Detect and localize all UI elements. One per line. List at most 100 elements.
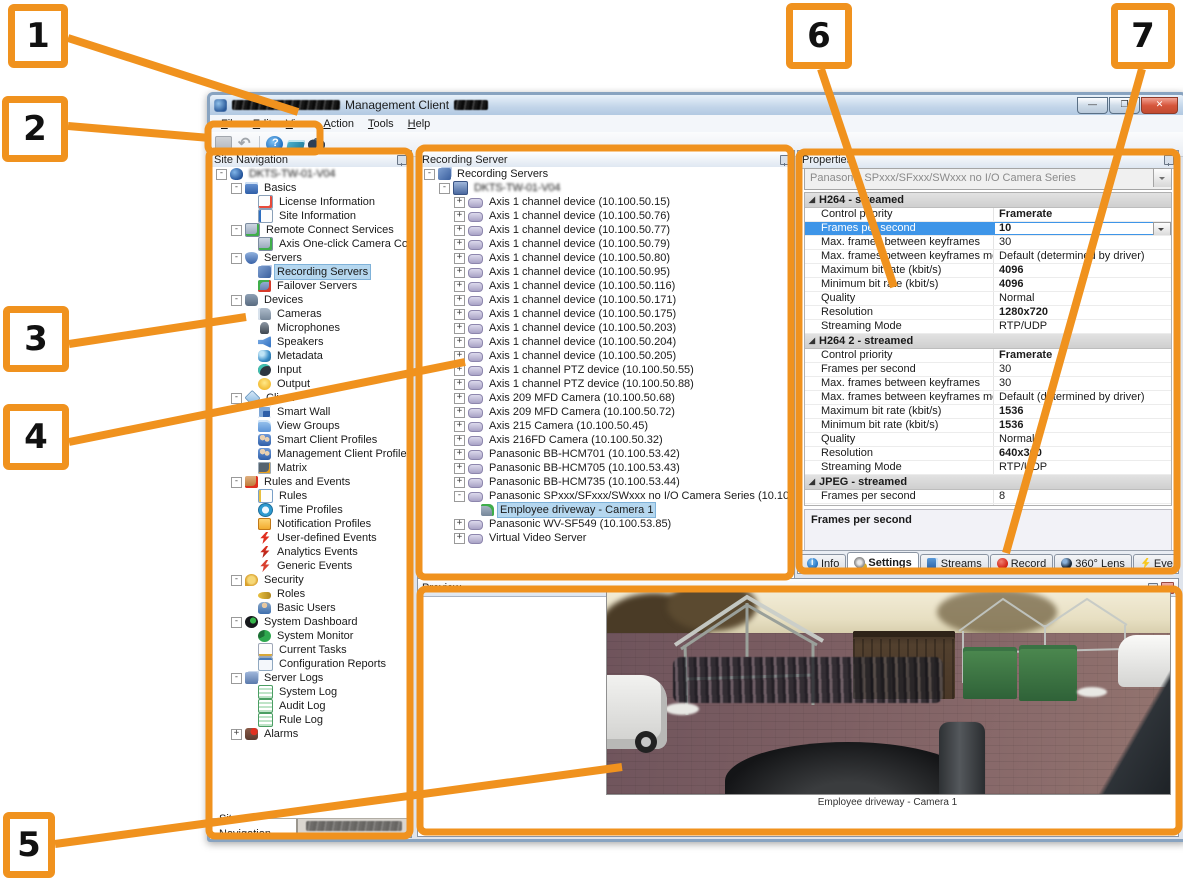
property-row[interactable]: Quality1 Fine: [805, 504, 1171, 506]
property-row[interactable]: Streaming ModeRTP/UDP: [805, 320, 1171, 334]
property-value[interactable]: 640x360: [994, 447, 1171, 460]
tree-item-matrix[interactable]: Matrix: [210, 461, 411, 475]
value-dropdown-icon[interactable]: [1153, 222, 1171, 235]
menu-action[interactable]: Action: [316, 117, 361, 131]
tab-record[interactable]: Record: [990, 554, 1053, 572]
tree-item-hardware-device[interactable]: +Virtual Video Server: [418, 531, 794, 545]
property-row[interactable]: Frames per second10: [805, 222, 1171, 236]
expander-icon[interactable]: -: [231, 477, 242, 488]
property-section-header[interactable]: ◢H264 2 - streamed: [805, 334, 1171, 349]
tree-item-hardware-device[interactable]: +Panasonic BB-HCM705 (10.100.53.43): [418, 461, 794, 475]
tree-item-alarms[interactable]: +Alarms: [210, 727, 411, 741]
property-value[interactable]: 1536: [994, 405, 1171, 418]
property-row[interactable]: QualityNormal: [805, 433, 1171, 447]
chevron-down-icon[interactable]: [1153, 169, 1171, 187]
tab-site-navigation[interactable]: Site Navigation: [210, 819, 297, 836]
property-value[interactable]: Normal: [994, 292, 1171, 305]
property-row[interactable]: Resolution1280x720: [805, 306, 1171, 320]
property-row[interactable]: Minimum bit rate (kbit/s)1536: [805, 419, 1171, 433]
property-row[interactable]: Resolution640x360: [805, 447, 1171, 461]
expander-icon[interactable]: +: [454, 449, 465, 460]
tree-item-hardware-device[interactable]: +Axis 216FD Camera (10.100.50.32): [418, 433, 794, 447]
tree-item-hardware-device[interactable]: +Axis 1 channel device (10.100.50.95): [418, 265, 794, 279]
tree-item-rules[interactable]: Rules: [210, 489, 411, 503]
property-value[interactable]: 1 Fine: [994, 504, 1171, 506]
tree-item-server-logs[interactable]: -Server Logs: [210, 671, 411, 685]
tree-item-microphones[interactable]: Microphones: [210, 321, 411, 335]
tab-settings[interactable]: Settings: [847, 552, 918, 572]
property-value[interactable]: RTP/UDP: [994, 320, 1171, 333]
tree-item-system-log[interactable]: System Log: [210, 685, 411, 699]
tree-item-hardware-device[interactable]: +Axis 1 channel device (10.100.50.203): [418, 321, 794, 335]
pin-icon[interactable]: [397, 155, 407, 165]
close-button[interactable]: ✕: [1141, 97, 1178, 114]
tree-item-hardware-device[interactable]: +Axis 1 channel device (10.100.50.15): [418, 195, 794, 209]
maximize-button[interactable]: ❐: [1109, 97, 1140, 114]
expander-icon[interactable]: -: [216, 169, 227, 180]
tree-item-rules-and-events[interactable]: -Rules and Events: [210, 475, 411, 489]
expander-icon[interactable]: -: [231, 393, 242, 404]
tree-item-axis-one-click[interactable]: Axis One-click Camera Connection: [210, 237, 411, 251]
property-row[interactable]: Control priorityFramerate: [805, 208, 1171, 222]
property-value[interactable]: 30: [994, 363, 1171, 376]
tree-item-management-client-profiles[interactable]: Management Client Profiles: [210, 447, 411, 461]
tree-item-time-profiles[interactable]: Time Profiles: [210, 503, 411, 517]
property-row[interactable]: Max. frames between keyframes modeDefaul…: [805, 391, 1171, 405]
expander-icon[interactable]: +: [454, 295, 465, 306]
property-value[interactable]: 30: [994, 236, 1171, 249]
tree-item-roles[interactable]: Roles: [210, 587, 411, 601]
tree-item-user-defined-events[interactable]: User-defined Events: [210, 531, 411, 545]
expander-icon[interactable]: -: [231, 617, 242, 628]
expander-icon[interactable]: +: [454, 435, 465, 446]
property-value[interactable]: 1536: [994, 419, 1171, 432]
property-value[interactable]: Framerate: [994, 349, 1171, 362]
expander-icon[interactable]: +: [454, 351, 465, 362]
expander-icon[interactable]: -: [231, 575, 242, 586]
tree-item-hardware-device[interactable]: +Axis 1 channel device (10.100.50.175): [418, 307, 794, 321]
expander-icon[interactable]: +: [454, 379, 465, 390]
property-row[interactable]: Maximum bit rate (kbit/s)4096: [805, 264, 1171, 278]
property-value[interactable]: 8: [994, 490, 1171, 503]
tree-item-smart-client-profiles[interactable]: Smart Client Profiles: [210, 433, 411, 447]
tree-item-recording-servers[interactable]: Recording Servers: [210, 265, 411, 279]
property-value[interactable]: Framerate: [994, 208, 1171, 221]
tree-item-basics[interactable]: -Basics: [210, 181, 411, 195]
property-section-header[interactable]: ◢JPEG - streamed: [805, 475, 1171, 490]
property-value[interactable]: Default (determined by driver): [994, 250, 1171, 263]
expander-icon[interactable]: +: [231, 729, 242, 740]
tree-item-smart-wall[interactable]: Smart Wall: [210, 405, 411, 419]
expander-icon[interactable]: -: [231, 225, 242, 236]
expander-icon[interactable]: +: [454, 309, 465, 320]
pin-icon[interactable]: [1164, 155, 1174, 165]
tree-item-configuration-reports[interactable]: Configuration Reports: [210, 657, 411, 671]
tree-item-hardware-device[interactable]: +Axis 1 channel device (10.100.50.205): [418, 349, 794, 363]
expander-icon[interactable]: +: [454, 239, 465, 250]
tree-item-client[interactable]: -Client: [210, 391, 411, 405]
tree-item-remote-connect-services[interactable]: -Remote Connect Services: [210, 223, 411, 237]
tree-item-metadata[interactable]: Metadata: [210, 349, 411, 363]
property-value[interactable]: Normal: [994, 433, 1171, 446]
tree-item-devices[interactable]: -Devices: [210, 293, 411, 307]
tree-item-hardware-device[interactable]: +Axis 215 Camera (10.100.50.45): [418, 419, 794, 433]
tab-info[interactable]: Info: [800, 554, 846, 572]
tree-item-management-server[interactable]: -DKTS-TW-01-V04: [210, 167, 411, 181]
property-row[interactable]: Frames per second8: [805, 490, 1171, 504]
property-value[interactable]: RTP/UDP: [994, 461, 1171, 474]
tree-item-hardware-device[interactable]: +Panasonic BB-HCM701 (10.100.53.42): [418, 447, 794, 461]
tree-item-cameras[interactable]: Cameras: [210, 307, 411, 321]
tree-item-hardware-device[interactable]: +Panasonic BB-HCM735 (10.100.53.44): [418, 475, 794, 489]
tree-item-generic-events[interactable]: Generic Events: [210, 559, 411, 573]
expander-icon[interactable]: -: [231, 253, 242, 264]
property-row[interactable]: Control priorityFramerate: [805, 349, 1171, 363]
tree-item-hardware-device[interactable]: +Axis 1 channel device (10.100.50.77): [418, 223, 794, 237]
expander-icon[interactable]: +: [454, 323, 465, 334]
tab-360-lens[interactable]: 360° Lens: [1054, 554, 1132, 572]
tree-item-hardware-device[interactable]: +Axis 209 MFD Camera (10.100.50.72): [418, 405, 794, 419]
property-value[interactable]: 30: [994, 377, 1171, 390]
tree-item-recording-server[interactable]: -DKTS-TW-01-V04: [418, 181, 794, 195]
menu-tools[interactable]: Tools: [361, 117, 401, 131]
tab-federated-sites-redacted[interactable]: [297, 819, 411, 834]
expander-icon[interactable]: +: [454, 533, 465, 544]
expander-icon[interactable]: -: [454, 491, 465, 502]
property-section-header[interactable]: ◢H264 - streamed: [805, 193, 1171, 208]
